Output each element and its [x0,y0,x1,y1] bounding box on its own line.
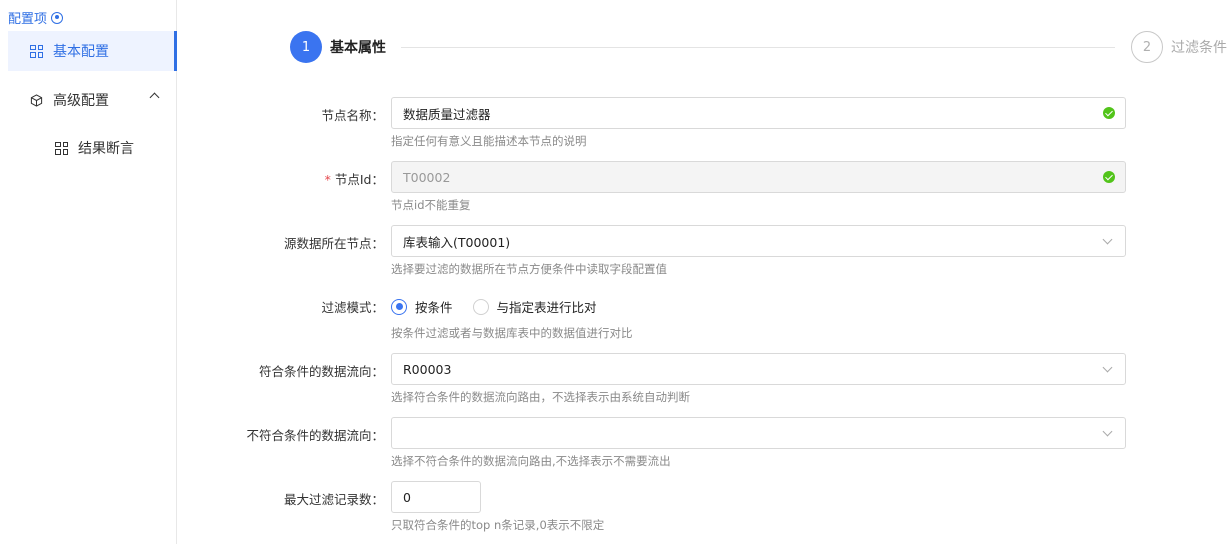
check-circle-icon [1103,171,1115,183]
filter-mode-radio-group: 按条件 与指定表进行比对 [391,297,617,316]
chevron-down-icon [1102,234,1113,245]
node-id-help: 节点id不能重复 [391,198,471,212]
required-mark: * [324,172,331,187]
step-number: 1 [290,31,322,63]
cube-icon [30,93,43,107]
max-records-help: 只取符合条件的top n条记录,0表示不限定 [391,518,605,532]
max-records-input[interactable]: 0 [391,481,481,513]
step-basic-properties[interactable]: 1 基本属性 [290,31,386,63]
source-node-select[interactable]: 库表输入(T00001) [391,225,1126,257]
step-label: 过滤条件 [1171,40,1227,56]
step-connector [401,47,1115,48]
sidebar-title-label: 配置项 [8,12,48,27]
step-filter-conditions[interactable]: 2 过滤条件 [1131,31,1227,63]
node-id-input[interactable]: T00002 [391,161,1126,193]
check-circle-icon [1103,107,1115,119]
source-node-label: 源数据所在节点： [283,236,384,251]
radio-by-condition[interactable]: 按条件 [391,297,453,316]
node-name-value: 数据质量过滤器 [403,106,491,122]
match-flow-value: R00003 [403,361,452,377]
sidebar-item-label: 结果断言 [78,141,134,157]
target-icon[interactable] [51,11,64,24]
step-number: 2 [1131,31,1163,63]
max-records-value: 0 [403,489,411,505]
radio-label: 按条件 [415,300,453,315]
sidebar-item-basic-config[interactable]: 基本配置 [8,31,177,71]
source-node-help: 选择要过滤的数据所在节点方便条件中读取字段配置值 [391,262,667,276]
chevron-down-icon [1102,426,1113,437]
radio-label: 与指定表进行比对 [496,300,597,315]
sidebar-item-label: 基本配置 [53,44,109,60]
sidebar: 配置项 基本配置 高级配置 结果断言 [0,0,177,544]
node-name-label: 节点名称： [321,108,384,123]
filter-mode-label: 过滤模式： [321,300,384,315]
unmatch-flow-help: 选择不符合条件的数据流向路由,不选择表示不需要流出 [391,454,671,468]
sidebar-title: 配置项 [8,8,64,27]
chevron-up-icon[interactable] [149,92,160,103]
node-id-value: T00002 [403,169,451,185]
unmatch-flow-select[interactable] [391,417,1126,449]
grid-icon [55,141,68,155]
radio-unselected-icon [472,298,489,315]
source-node-value: 库表输入(T00001) [403,234,511,250]
node-id-label-text: 节点Id： [334,172,384,187]
node-name-help: 指定任何有意义且能描述本节点的说明 [391,134,587,148]
node-name-input[interactable]: 数据质量过滤器 [391,97,1126,129]
match-flow-label: 符合条件的数据流向： [258,364,384,379]
radio-selected-icon [391,298,407,315]
radio-compare-table[interactable]: 与指定表进行比对 [472,297,597,316]
filter-mode-help: 按条件过滤或者与数据库表中的数据值进行对比 [391,326,633,340]
match-flow-select[interactable]: R00003 [391,353,1126,385]
match-flow-help: 选择符合条件的数据流向路由，不选择表示由系统自动判断 [391,390,690,404]
sidebar-item-advanced-config[interactable]: 高级配置 [30,80,170,120]
sidebar-item-label: 高级配置 [53,93,109,109]
unmatch-flow-label: 不符合条件的数据流向： [246,428,384,443]
step-label: 基本属性 [330,40,386,56]
chevron-down-icon [1102,362,1113,373]
sidebar-item-result-assertion[interactable]: 结果断言 [55,128,134,168]
node-id-label: * 节点Id： [325,169,384,188]
max-records-label: 最大过滤记录数： [283,492,384,507]
grid-icon [30,44,43,58]
